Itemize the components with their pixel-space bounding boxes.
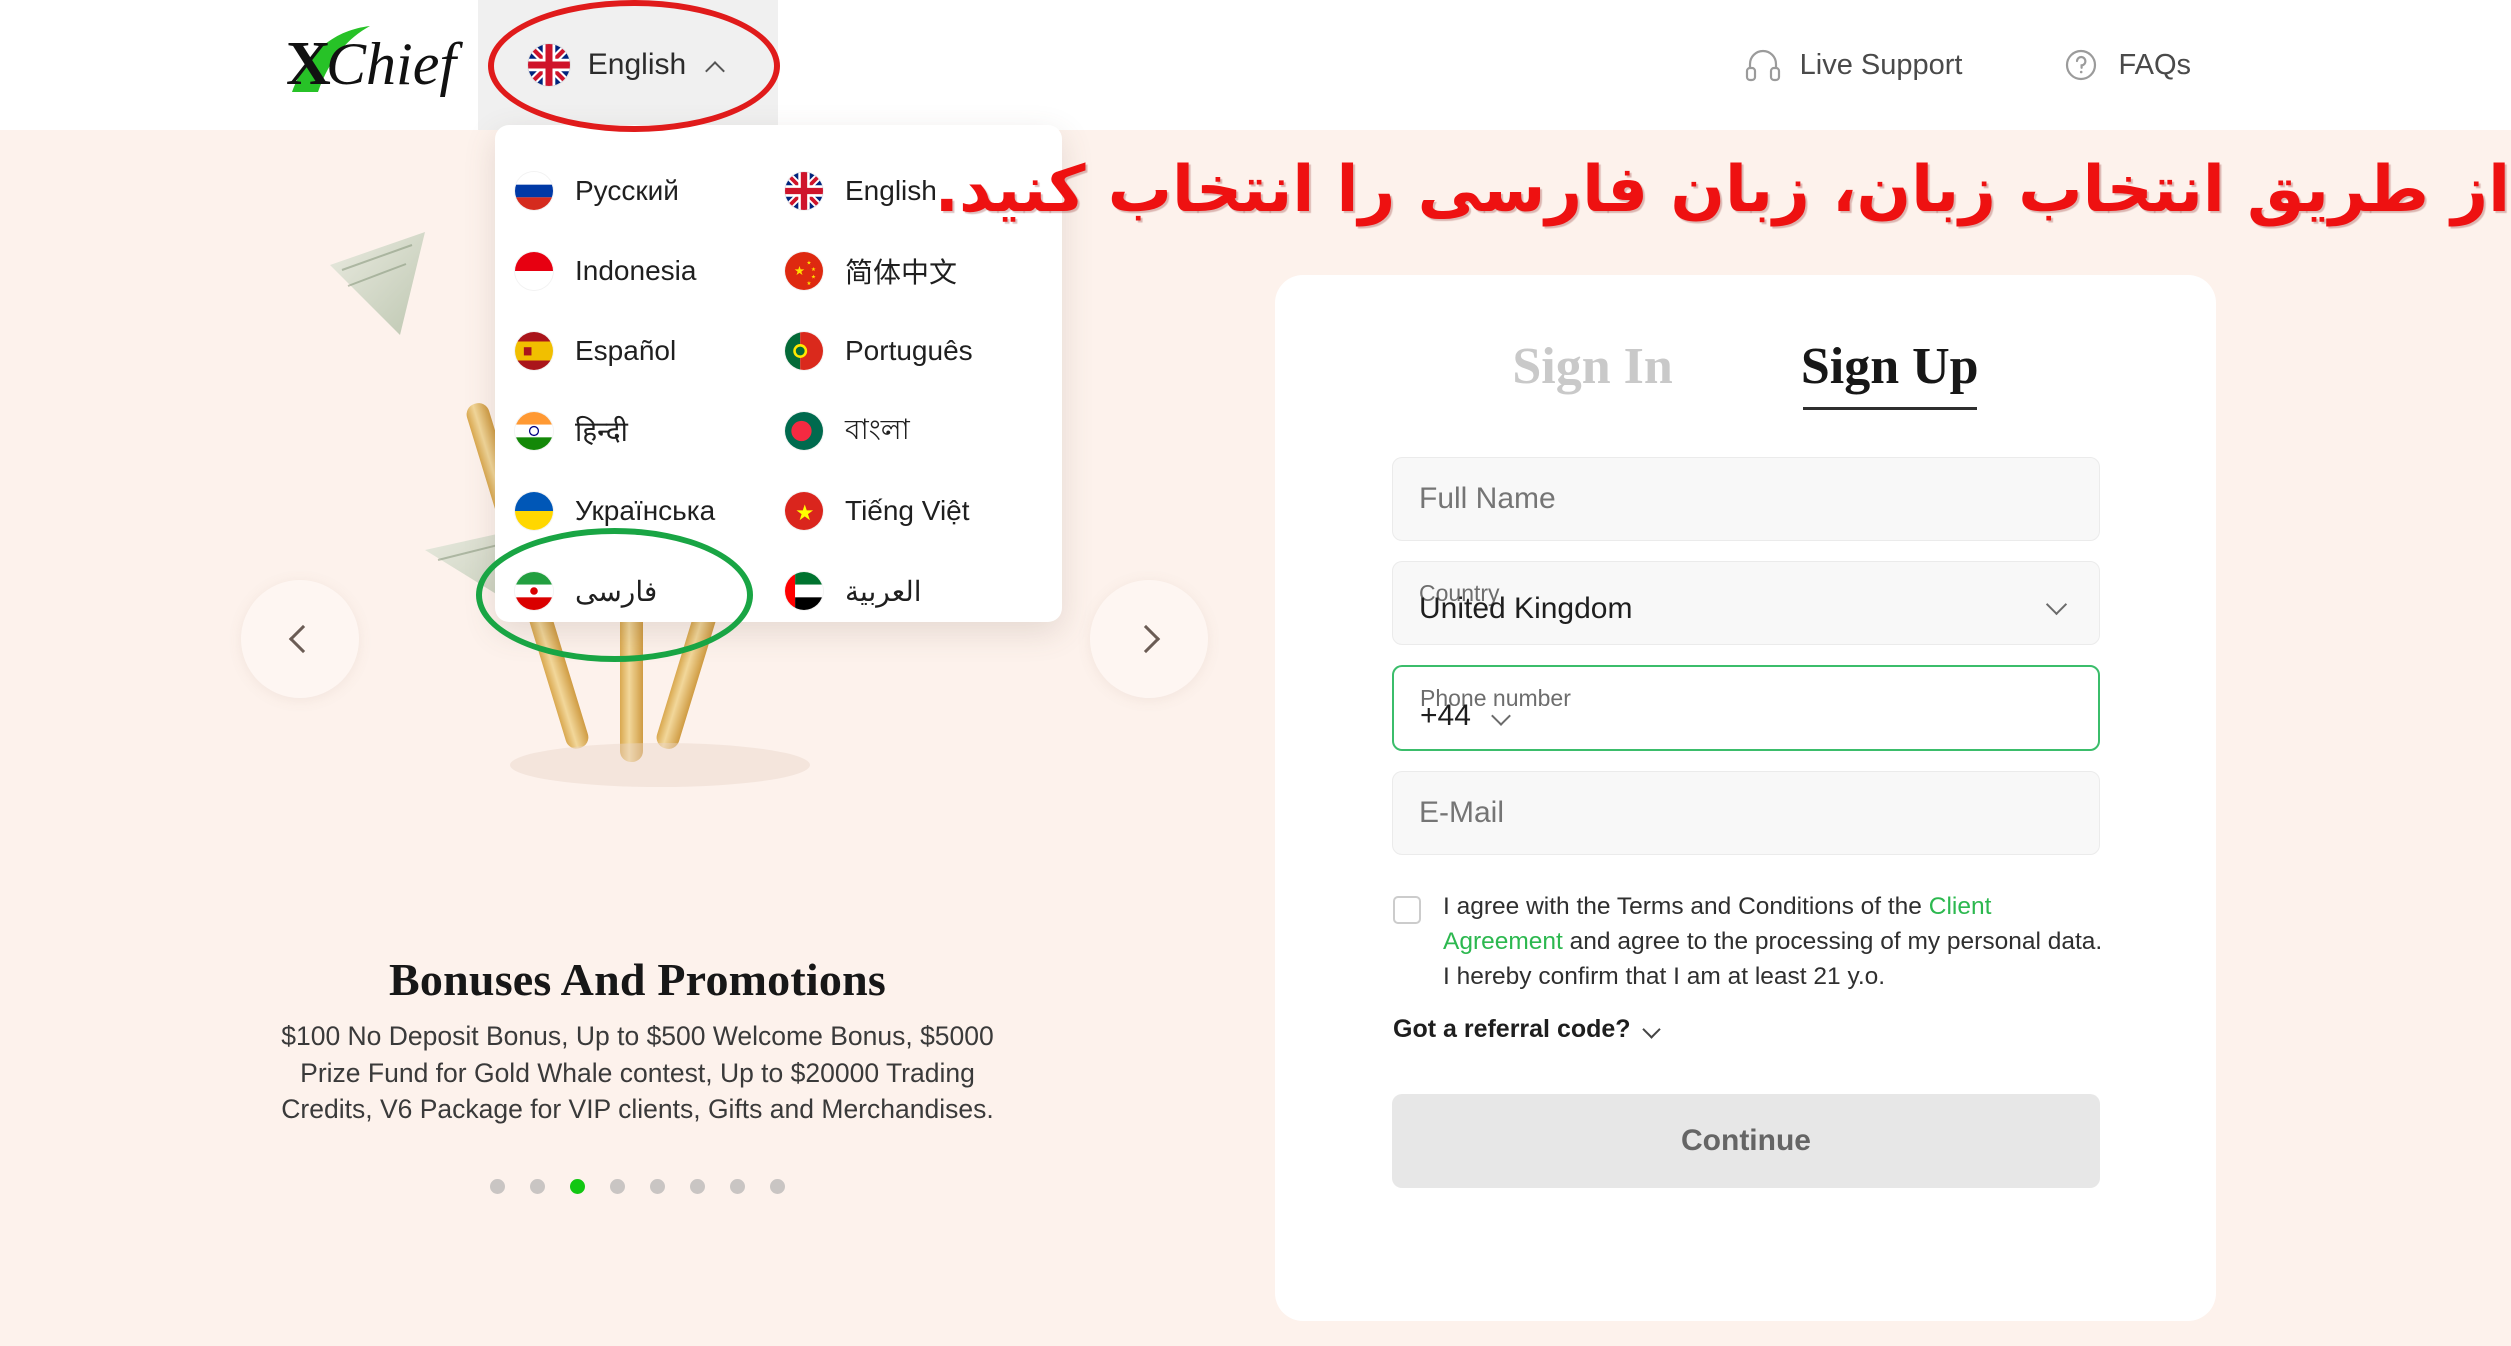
question-circle-icon <box>2062 46 2100 84</box>
country-value: United Kingdom <box>1419 592 1633 625</box>
email-field[interactable]: E-Mail <box>1392 771 2100 855</box>
svg-text:Chief: Chief <box>326 31 463 97</box>
live-support-label: Live Support <box>1799 48 1963 81</box>
agreement-text-after: and agree to the processing of my person… <box>1562 927 2103 955</box>
email-placeholder: E-Mail <box>1419 796 1505 829</box>
referral-code-label: Got a referral code? <box>1393 1015 1631 1043</box>
carousel-dot[interactable] <box>650 1179 665 1194</box>
flag-gb-icon <box>785 172 823 210</box>
language-item-label: العربية <box>845 575 922 607</box>
language-item-lang-7[interactable]: বাংলা <box>785 391 1055 471</box>
language-item-lang-3[interactable]: ★ ★ ★ ★ ★ 简体中文 <box>785 231 1055 311</box>
language-item-portugu-s[interactable]: Português <box>785 311 1055 391</box>
chevron-down-icon <box>1645 1023 1662 1036</box>
language-item-label: Українська <box>575 495 716 526</box>
agreement-age-confirmation: I hereby confirm that I am at least 21 y… <box>1443 962 1886 990</box>
site-header: X Chief English Live Support FAQs <box>0 0 2511 130</box>
phone-number-field[interactable]: Phone number +44 <box>1392 665 2100 751</box>
annotation-instruction-text: از طریق انتخاب زبان، زبان فارسی را انتخا… <box>934 153 2510 227</box>
language-item-label: Português <box>845 335 973 366</box>
carousel-dot[interactable] <box>690 1179 705 1194</box>
flag-pt-icon <box>785 332 823 370</box>
annotation-ellipse-green <box>476 528 753 662</box>
flag-es-icon <box>515 332 553 370</box>
flag-id-icon <box>515 252 553 290</box>
carousel-dot[interactable] <box>770 1179 785 1194</box>
chevron-down-icon[interactable] <box>1494 709 1512 723</box>
continue-button[interactable]: Continue <box>1392 1094 2100 1188</box>
hero-description: $100 No Deposit Bonus, Up to $500 Welcom… <box>281 1021 994 1125</box>
hero-title: Bonuses And Promotions <box>389 954 886 1005</box>
svg-text:★: ★ <box>795 501 814 525</box>
svg-text:★: ★ <box>807 280 812 287</box>
language-item-label: 简体中文 <box>845 257 958 288</box>
tab-sign-up[interactable]: Sign Up <box>1801 337 1979 410</box>
flag-in-icon <box>515 412 553 450</box>
language-item-lang-11[interactable]: العربية <box>785 551 1055 631</box>
carousel-prev-button[interactable] <box>241 580 359 698</box>
svg-text:★: ★ <box>807 260 812 267</box>
carousel-dot[interactable] <box>530 1179 545 1194</box>
carousel-dot[interactable] <box>730 1179 745 1194</box>
language-item-label: हिन्दी <box>575 416 628 447</box>
annotation-ellipse-red <box>488 0 780 132</box>
svg-text:★: ★ <box>794 264 805 278</box>
signup-card: Sign In Sign Up Full Name Country United… <box>1275 275 2216 1321</box>
agreement-row: I agree with the Terms and Conditions of… <box>1393 890 2105 994</box>
referral-code-toggle[interactable]: Got a referral code? <box>1393 1015 1662 1044</box>
chevron-left-icon <box>288 624 318 654</box>
language-item-label: English <box>845 175 937 206</box>
xchief-logo[interactable]: X Chief <box>286 22 496 104</box>
flag-ae-icon <box>785 572 823 610</box>
page-root: X Chief English Live Support FAQs Bonuse… <box>0 0 2511 1346</box>
faqs-label: FAQs <box>2118 48 2191 81</box>
carousel-dot[interactable] <box>610 1179 625 1194</box>
agreement-text: I agree with the Terms and Conditions of… <box>1443 890 2105 994</box>
svg-text:★: ★ <box>811 266 816 273</box>
flag-bd-icon <box>785 412 823 450</box>
language-item-indonesia[interactable]: Indonesia <box>515 231 785 311</box>
flag-ru-icon <box>515 172 553 210</box>
chevron-down-icon <box>2049 597 2067 615</box>
flag-vn-icon: ★ <box>785 492 823 530</box>
flag-cn-icon: ★ ★ ★ ★ ★ <box>785 252 823 290</box>
language-item-label: Indonesia <box>575 255 697 286</box>
faqs-link[interactable]: FAQs <box>2062 46 2191 84</box>
language-item-espa-ol[interactable]: Español <box>515 311 785 391</box>
agreement-checkbox[interactable] <box>1393 896 1421 924</box>
svg-text:X: X <box>286 30 331 98</box>
country-select-field[interactable]: Country United Kingdom <box>1392 561 2100 645</box>
agreement-text-before: I agree with the Terms and Conditions of… <box>1443 893 1929 920</box>
language-item-label: Tiếng Việt <box>845 495 970 526</box>
svg-text:★: ★ <box>811 274 816 281</box>
language-item-lang-0[interactable]: Русский <box>515 151 785 231</box>
phone-country-code: +44 <box>1420 699 1471 732</box>
language-item-label: Русский <box>575 175 679 206</box>
full-name-placeholder: Full Name <box>1419 482 1556 515</box>
carousel-dot[interactable] <box>490 1179 505 1194</box>
headset-icon <box>1744 46 1782 84</box>
carousel-dot-active[interactable] <box>570 1179 585 1194</box>
language-item-label: Español <box>575 335 677 366</box>
flag-ua-icon <box>515 492 553 530</box>
tab-sign-in[interactable]: Sign In <box>1512 337 1672 410</box>
carousel-next-button[interactable] <box>1090 580 1208 698</box>
language-item-lang-6[interactable]: हिन्दी <box>515 391 785 471</box>
language-item-label: বাংলা <box>845 413 910 445</box>
live-support-link[interactable]: Live Support <box>1744 46 1963 84</box>
auth-tabs: Sign In Sign Up <box>1275 337 2216 410</box>
header-links: Live Support FAQs <box>1744 0 2191 130</box>
full-name-field[interactable]: Full Name <box>1392 457 2100 541</box>
carousel-dots <box>0 1179 1275 1194</box>
chevron-right-icon <box>1131 624 1161 654</box>
language-item-ti-ng-vi-t[interactable]: ★ Tiếng Việt <box>785 471 1055 551</box>
